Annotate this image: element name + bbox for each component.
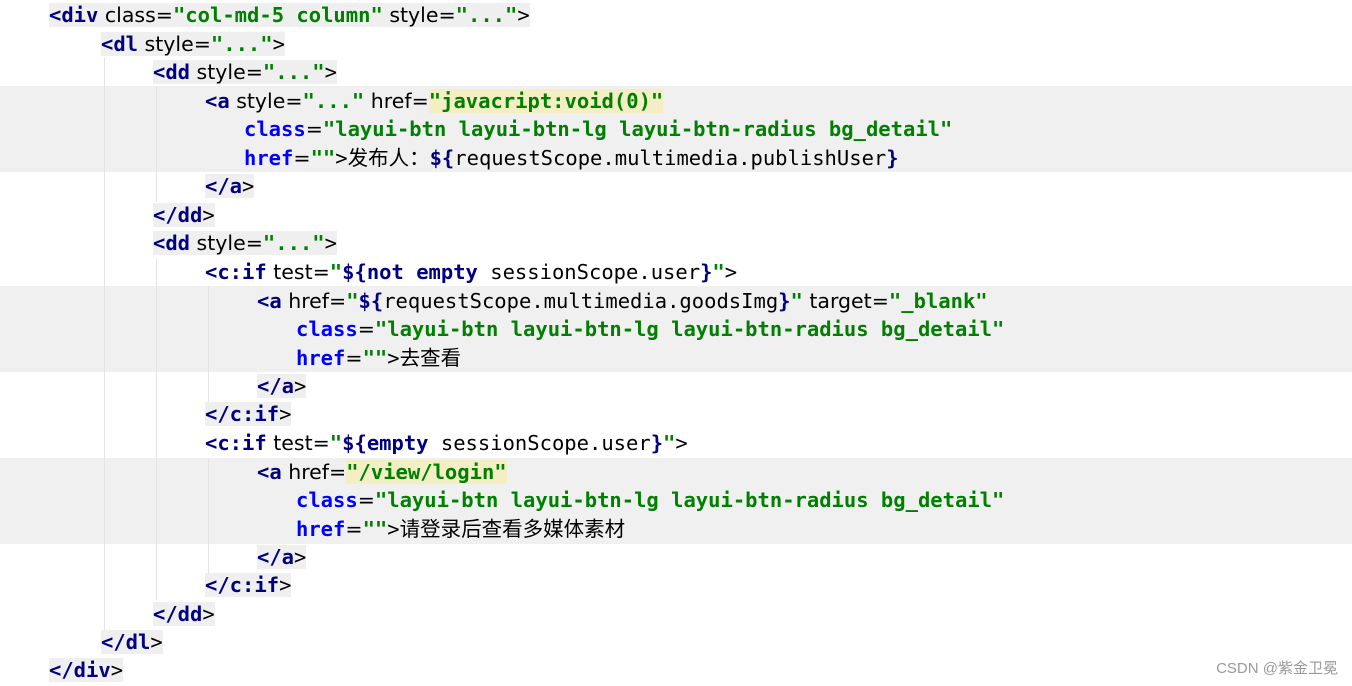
indent-guide: [104, 58, 105, 630]
code-line: </a>: [257, 543, 307, 572]
code-line: </a>: [205, 172, 255, 201]
line-text: href="">请登录后查看多媒体素材: [296, 517, 626, 541]
line-text: </div>: [49, 658, 124, 682]
code-line: <dd style="...">: [153, 58, 337, 87]
line-text: </dd>: [153, 203, 215, 227]
code-line: href="">请登录后查看多媒体素材: [296, 515, 625, 544]
code-line: class="layui-btn layui-btn-lg layui-btn-…: [296, 315, 1004, 344]
line-text: <a style="..." href="javacript:void(0)": [205, 89, 664, 113]
line-text: href="">发布人：${requestScope.multimedia.pu…: [244, 146, 899, 170]
code-line: <div class="col-md-5 column" style="..."…: [49, 1, 530, 30]
line-text: </c:if>: [205, 573, 292, 597]
line-text: class="layui-btn layui-btn-lg layui-btn-…: [296, 488, 1005, 512]
indent-guide: [208, 458, 209, 574]
line-text: <dd style="...">: [153, 231, 337, 255]
code-line: <a href="/view/login": [257, 458, 507, 487]
line-text: </c:if>: [205, 402, 292, 426]
line-text: <dd style="...">: [153, 60, 337, 84]
line-text: <a href="${requestScope.multimedia.goods…: [257, 289, 988, 313]
line-text: </dd>: [153, 602, 215, 626]
code-line: </dd>: [153, 600, 215, 629]
code-line: <c:if test="${empty sessionScope.user}">: [205, 429, 688, 458]
line-text: <c:if test="${empty sessionScope.user}">: [205, 431, 688, 455]
line-text: class="layui-btn layui-btn-lg layui-btn-…: [296, 317, 1005, 341]
code-line: href="">发布人：${requestScope.multimedia.pu…: [244, 144, 899, 173]
code-line: </c:if>: [205, 571, 292, 600]
code-line: </a>: [257, 372, 307, 401]
indent-guide: [208, 286, 209, 402]
line-text: class="layui-btn layui-btn-lg layui-btn-…: [244, 117, 953, 141]
line-text: <a href="/view/login": [257, 460, 507, 484]
line-text: <c:if test="${not empty sessionScope.use…: [205, 260, 738, 284]
code-line: </dd>: [153, 201, 215, 230]
indent-guide: [156, 258, 157, 600]
line-text: </a>: [257, 374, 307, 398]
code-line: <dd style="...">: [153, 229, 337, 258]
watermark: CSDN @紫金卫冕: [1216, 660, 1338, 677]
code-line: </dl>: [101, 628, 163, 657]
code-line: </div>: [49, 656, 124, 685]
line-text: <dl style="...">: [101, 32, 285, 56]
indent-guide: [156, 86, 157, 202]
line-text: </dl>: [101, 630, 163, 654]
code-line: <dl style="...">: [101, 30, 285, 59]
line-text: href="">去查看: [296, 346, 462, 370]
code-line: <a href="${requestScope.multimedia.goods…: [257, 287, 988, 316]
line-text: </a>: [205, 174, 255, 198]
code-line: <c:if test="${not empty sessionScope.use…: [205, 258, 737, 287]
line-text: </a>: [257, 545, 307, 569]
code-editor[interactable]: <div class="col-md-5 column" style="..."…: [0, 0, 1352, 686]
code-line: class="layui-btn layui-btn-lg layui-btn-…: [244, 115, 952, 144]
code-line: href="">去查看: [296, 344, 461, 373]
code-line: <a style="..." href="javacript:void(0)": [205, 87, 664, 116]
line-text: <div class="col-md-5 column" style="..."…: [49, 3, 530, 27]
code-line: </c:if>: [205, 400, 292, 429]
code-line: class="layui-btn layui-btn-lg layui-btn-…: [296, 486, 1004, 515]
